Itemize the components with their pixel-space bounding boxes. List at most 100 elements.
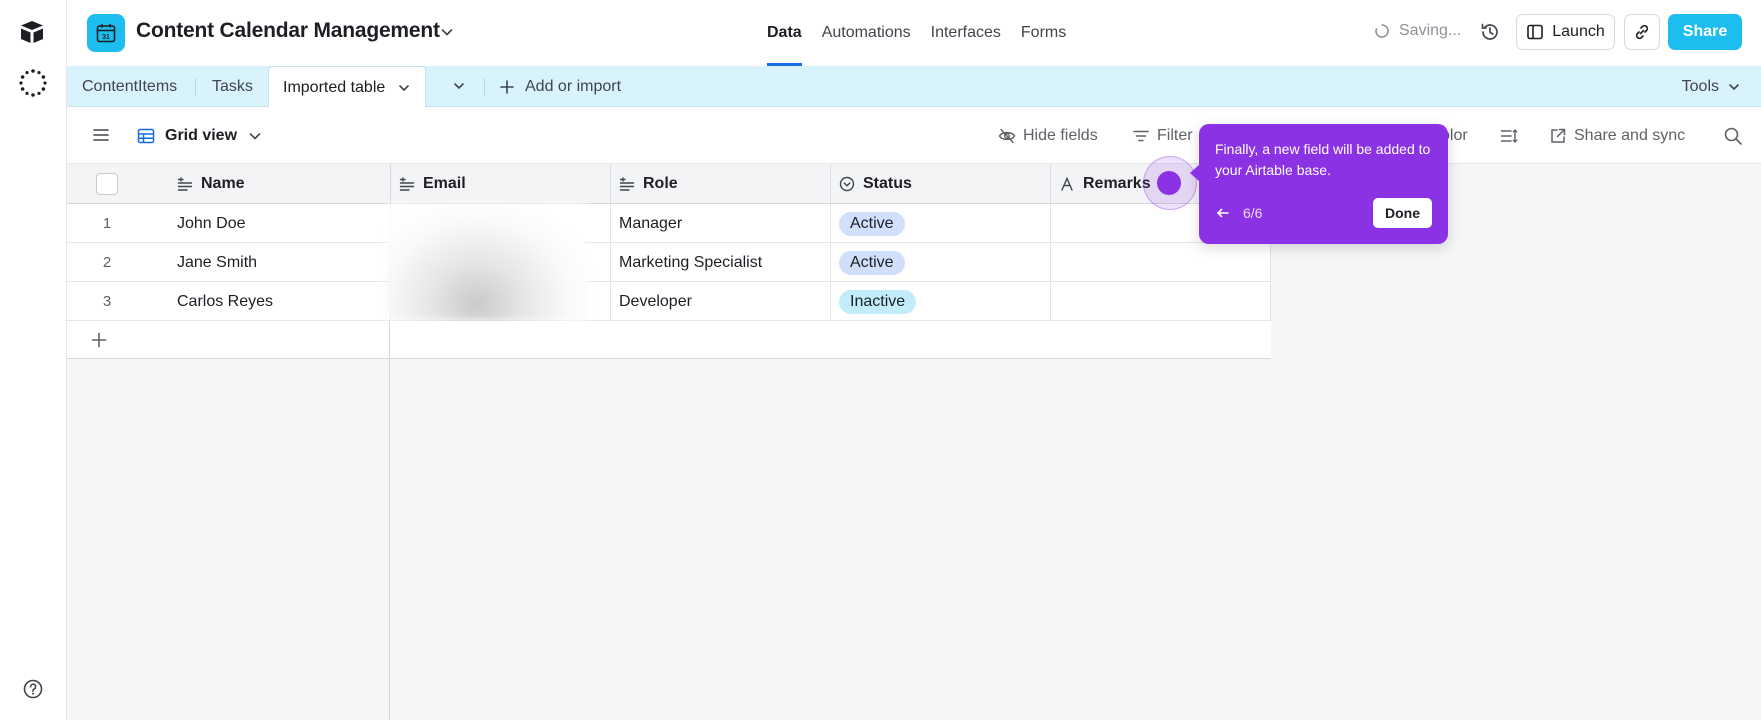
loading-icon xyxy=(1375,24,1389,38)
add-row[interactable] xyxy=(67,321,1271,359)
view-name: Grid view xyxy=(165,126,238,144)
tooltip-step-count: 6/6 xyxy=(1243,205,1263,221)
cell-status[interactable]: Active xyxy=(831,243,1051,282)
hide-fields-label: Hide fields xyxy=(1023,126,1098,144)
eye-off-icon xyxy=(998,128,1016,143)
share-button[interactable]: Share xyxy=(1668,14,1742,50)
tools-label: Tools xyxy=(1681,77,1719,95)
long-text-icon xyxy=(619,177,635,191)
chevron-down-icon xyxy=(1729,83,1739,90)
tab-contentitems[interactable]: ContentItems xyxy=(82,66,177,107)
cell-role[interactable]: Manager xyxy=(611,204,831,243)
airtable-logo-icon[interactable] xyxy=(18,18,46,46)
hide-fields-button[interactable]: Hide fields xyxy=(998,107,1098,164)
cell-role[interactable]: Marketing Specialist xyxy=(611,243,831,282)
base-icon[interactable]: 31 xyxy=(87,14,125,52)
redacted-email-blur xyxy=(387,204,587,321)
cell-remarks[interactable] xyxy=(1051,282,1271,321)
launch-button[interactable]: Launch xyxy=(1516,14,1615,50)
table-tabbar: ContentItems Tasks Imported table Add or… xyxy=(67,66,1761,108)
cell-status[interactable]: Inactive xyxy=(831,282,1051,321)
nav-data[interactable]: Data xyxy=(757,0,812,66)
chevron-down-icon[interactable] xyxy=(439,24,455,40)
row-number: 1 xyxy=(102,215,112,232)
nav-interfaces[interactable]: Interfaces xyxy=(921,0,1011,66)
help-icon[interactable] xyxy=(22,678,44,700)
row-height-button[interactable] xyxy=(1500,107,1518,164)
column-header-name[interactable]: Name xyxy=(169,164,391,204)
cell-role[interactable]: Developer xyxy=(611,282,831,321)
row-number: 3 xyxy=(102,293,112,310)
chevron-down-icon[interactable] xyxy=(397,81,411,95)
add-or-import-label: Add or import xyxy=(525,77,622,95)
view-toolbar: Grid view Hide fields Filter olor Share … xyxy=(67,107,1761,164)
long-text-icon xyxy=(399,177,415,191)
column-label: Status xyxy=(863,175,912,192)
column-header-status[interactable]: Status xyxy=(831,164,1051,204)
select-all-checkbox[interactable] xyxy=(96,173,118,195)
tab-imported-table[interactable]: Imported table xyxy=(268,66,427,108)
plus-icon xyxy=(500,79,514,94)
external-link-icon xyxy=(1551,128,1566,143)
main-nav: Data Automations Interfaces Forms xyxy=(757,0,1076,66)
view-switcher[interactable]: Grid view xyxy=(137,107,263,164)
row-number: 2 xyxy=(102,254,112,271)
app-window: 31 Content Calendar Management Data Auto… xyxy=(0,0,1761,720)
tab-divider xyxy=(195,78,196,96)
hamburger-menu-icon[interactable] xyxy=(92,126,110,144)
copy-link-button[interactable] xyxy=(1624,14,1660,50)
filter-button[interactable]: Filter xyxy=(1132,107,1193,164)
omni-icon[interactable] xyxy=(18,68,48,98)
base-title[interactable]: Content Calendar Management xyxy=(136,19,440,43)
chevron-down-icon xyxy=(249,132,261,140)
add-or-import-button[interactable]: Add or import xyxy=(499,66,621,107)
grid-icon xyxy=(137,128,155,143)
status-badge: Active xyxy=(839,250,905,275)
history-icon[interactable] xyxy=(1479,21,1501,43)
column-header-role[interactable]: Role xyxy=(611,164,831,204)
text-icon xyxy=(1061,176,1073,191)
done-button[interactable]: Done xyxy=(1373,198,1432,228)
select-all-cell xyxy=(67,164,147,204)
guide-tooltip: Finally, a new field will be added to yo… xyxy=(1190,124,1448,244)
add-row-left xyxy=(67,321,390,359)
guide-hotspot-dot[interactable] xyxy=(1157,171,1181,195)
filter-label: Filter xyxy=(1157,126,1193,144)
tab-tasks[interactable]: Tasks xyxy=(212,66,253,107)
launch-label: Launch xyxy=(1552,23,1605,40)
all-tables-chevron-icon[interactable] xyxy=(451,78,467,94)
single-select-icon xyxy=(839,176,855,192)
tools-menu[interactable]: Tools xyxy=(1682,66,1741,107)
arrow-left-icon[interactable] xyxy=(1215,205,1231,221)
column-label: Role xyxy=(643,175,678,192)
svg-text:31: 31 xyxy=(102,34,110,41)
search-icon[interactable] xyxy=(1723,126,1743,146)
saving-status: Saving... xyxy=(1374,22,1461,40)
cell-remarks[interactable] xyxy=(1051,243,1271,282)
status-badge: Active xyxy=(839,211,905,236)
column-header-email[interactable]: Email xyxy=(391,164,611,204)
table-row[interactable]: 3 Carlos Reyes Developer Inactive xyxy=(67,282,1271,321)
cell-name[interactable]: John Doe xyxy=(169,204,391,243)
saving-label: Saving... xyxy=(1399,22,1462,39)
table-row[interactable]: 2 Jane Smith Marketing Specialist Active xyxy=(67,243,1271,282)
cell-name[interactable]: Jane Smith xyxy=(169,243,391,282)
share-and-sync-button[interactable]: Share and sync xyxy=(1549,107,1685,164)
header-row: Name Email Role Status Remarks xyxy=(67,164,1271,204)
data-grid: Name Email Role Status Remarks 1 John Do… xyxy=(67,164,1761,720)
status-badge: Inactive xyxy=(839,289,917,314)
cell-name[interactable]: Carlos Reyes xyxy=(169,282,391,321)
column-label: Remarks xyxy=(1083,175,1151,192)
left-rail xyxy=(0,0,67,720)
table-row[interactable]: 1 John Doe Manager Active xyxy=(67,204,1271,243)
column-label: Email xyxy=(423,175,466,192)
cell-status[interactable]: Active xyxy=(831,204,1051,243)
nav-automations[interactable]: Automations xyxy=(812,0,921,66)
tooltip-text: Finally, a new field will be added to yo… xyxy=(1215,141,1431,178)
tab-imported-table-label: Imported table xyxy=(283,79,386,96)
top-header: 31 Content Calendar Management Data Auto… xyxy=(67,0,1761,66)
plus-icon[interactable] xyxy=(91,332,107,348)
link-icon xyxy=(1635,24,1649,40)
column-label: Name xyxy=(201,175,245,192)
nav-forms[interactable]: Forms xyxy=(1011,0,1076,66)
